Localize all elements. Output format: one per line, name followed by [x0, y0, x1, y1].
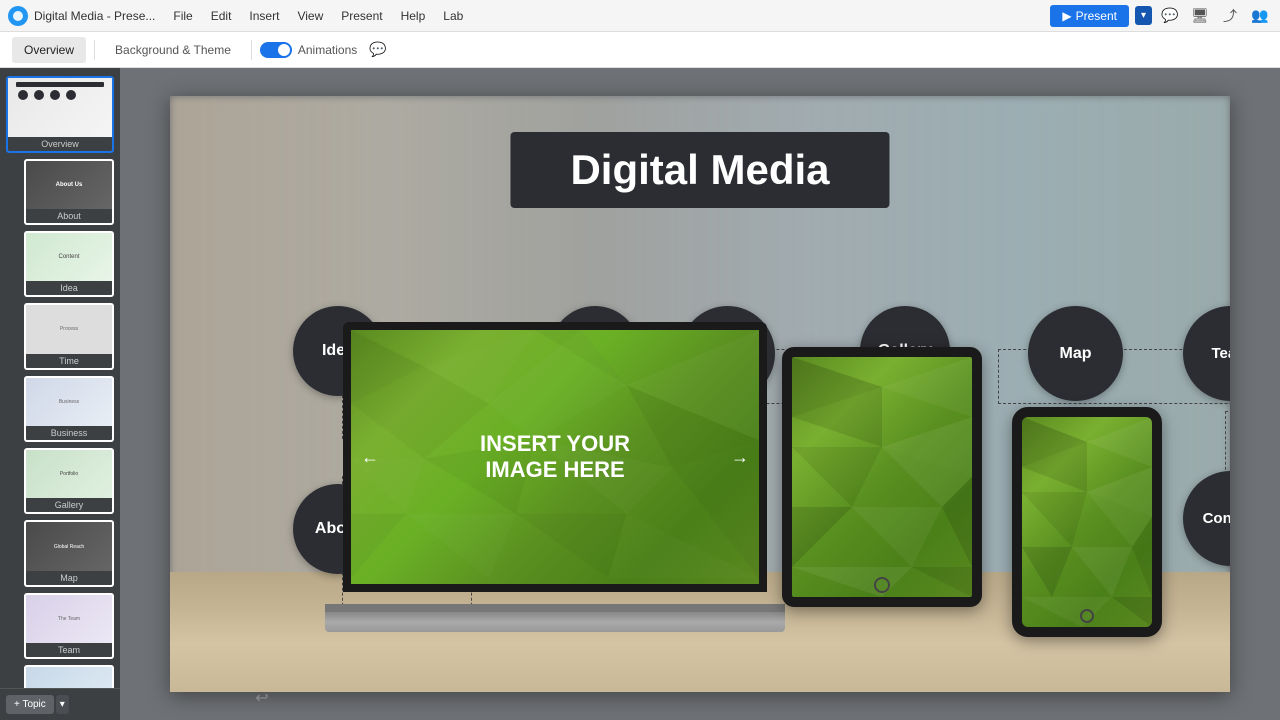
node-contact-label: Contact — [1203, 510, 1230, 527]
toggle-knob — [278, 44, 290, 56]
slide-thumb-business[interactable]: Business Business — [24, 376, 114, 442]
thumb-business-content: Business — [26, 378, 112, 426]
thumb-gallery-content: Portfolio — [26, 450, 112, 498]
share-icon[interactable]: ⤴ — [1218, 4, 1242, 28]
menu-present[interactable]: Present — [333, 5, 390, 27]
menu-lab[interactable]: Lab — [435, 5, 471, 27]
slide-team-label: Team — [26, 643, 112, 657]
undo-button[interactable]: ↩ — [248, 684, 276, 712]
slide-idea-label: Idea — [26, 281, 112, 295]
slide-thumb-map[interactable]: Global Reach Map — [24, 520, 114, 586]
app-logo: Digital Media - Prese... — [8, 6, 155, 26]
present-button[interactable]: ▶ Present — [1050, 5, 1129, 27]
slide-business-label: Business — [26, 426, 112, 440]
toolbar-divider — [94, 40, 95, 60]
insert-arrow-left: ← — [361, 447, 379, 468]
menu-file[interactable]: File — [165, 5, 200, 27]
thumb-idea-content: Content — [26, 233, 112, 281]
tablet-screen — [792, 357, 972, 597]
present-dropdown-button[interactable]: ▾ — [1135, 6, 1152, 25]
slide-map-label: Map — [26, 571, 112, 585]
slide-wrap-3: 3 Process Time — [6, 303, 114, 369]
animations-toggle-area: Animations — [260, 42, 357, 58]
toolbar-divider-2 — [251, 40, 252, 60]
tab-overview[interactable]: Overview — [12, 37, 86, 63]
slide-overview-label: Overview — [8, 137, 112, 151]
insert-image-text: INSERT YOURIMAGE HERE — [480, 431, 630, 484]
thumb-about-content: About Us — [26, 161, 112, 209]
main-layout: Overview 1 About Us About 2 — [0, 68, 1280, 720]
slide-wrap-1: 1 About Us About — [6, 159, 114, 225]
phone-poly-svg — [1022, 417, 1152, 627]
presentation-slide: Digital Media Idea Time Business Gallery — [170, 96, 1230, 692]
slide-thumb-overview[interactable]: Overview — [6, 76, 114, 153]
slide-wrap-6: 6 Global Reach Map — [6, 520, 114, 586]
menu-insert[interactable]: Insert — [241, 5, 287, 27]
insert-arrow-right: → — [731, 447, 749, 468]
tablet-home-button — [874, 577, 890, 593]
menu-edit[interactable]: Edit — [203, 5, 240, 27]
animations-label: Animations — [298, 43, 357, 57]
slide-thumb-idea[interactable]: Content Idea — [24, 231, 114, 297]
slide-wrap-2: 2 Content Idea — [6, 231, 114, 297]
slide-wrap-4: 4 Business Business — [6, 376, 114, 442]
thumb-overview-content — [8, 78, 112, 137]
slide-wrap-7: 7 The Team Team — [6, 593, 114, 659]
comment-icon[interactable]: 💬 — [369, 41, 386, 58]
laptop-screen: ← INSERT YOURIMAGE HERE → — [343, 322, 767, 592]
slide-title-banner[interactable]: Digital Media — [510, 132, 889, 208]
slide-thumb-about[interactable]: About Us About — [24, 159, 114, 225]
monitor-icon[interactable]: 🖥 — [1188, 4, 1212, 28]
slide-gallery-label: Gallery — [26, 498, 112, 512]
thumb-map-content: Global Reach — [26, 522, 112, 570]
menu-right-actions: ▶ Present ▾ 💬 🖥 ⤴ 👥 — [1050, 4, 1272, 28]
menu-help[interactable]: Help — [393, 5, 434, 27]
slide-thumb-time[interactable]: Process Time — [24, 303, 114, 369]
laptop-base — [325, 612, 785, 632]
thumb-team-content: The Team — [26, 595, 112, 643]
toolbar: Overview Background & Theme Animations 💬 — [0, 32, 1280, 68]
tablet-device — [782, 347, 982, 607]
slide-thumb-team[interactable]: The Team Team — [24, 593, 114, 659]
phone-home-button — [1080, 609, 1094, 623]
sidebar: Overview 1 About Us About 2 — [0, 68, 120, 720]
node-team-label: Team — [1211, 345, 1230, 362]
present-play-icon: ▶ — [1062, 9, 1071, 23]
node-map-label: Map — [1060, 345, 1092, 363]
slide-time-label: Time — [26, 354, 112, 368]
app-logo-icon — [8, 6, 28, 26]
slide-about-label: About — [26, 209, 112, 223]
add-topic-button[interactable]: + Topic — [6, 695, 54, 714]
users-icon[interactable]: 👥 — [1248, 4, 1272, 28]
slide-thumb-gallery[interactable]: Portfolio Gallery — [24, 448, 114, 514]
slide-wrap-8: 8 Contact Contact — [6, 665, 114, 688]
phone-screen — [1022, 417, 1152, 627]
node-map[interactable]: Map — [1028, 306, 1123, 401]
chat-icon[interactable]: 💬 — [1158, 4, 1182, 28]
laptop-device: ← INSERT YOURIMAGE HERE → — [325, 322, 785, 632]
thumb-time-content: Process — [26, 305, 112, 353]
thumb-contact-content: Contact — [26, 667, 112, 688]
slide-wrap-5: 5 Portfolio Gallery — [6, 448, 114, 514]
app-title: Digital Media - Prese... — [34, 9, 155, 23]
slide-title: Digital Media — [570, 146, 829, 194]
sidebar-scroll: Overview 1 About Us About 2 — [0, 68, 120, 688]
menu-view[interactable]: View — [289, 5, 331, 27]
tablet-poly-svg — [792, 357, 972, 597]
slide-thumb-contact[interactable]: Contact Contact — [24, 665, 114, 688]
animations-toggle-switch[interactable] — [260, 42, 292, 58]
add-topic-bar: + Topic ▾ — [0, 688, 120, 720]
present-label: Present — [1076, 9, 1117, 23]
phone-device — [1012, 407, 1162, 637]
laptop-hinge — [325, 604, 785, 612]
menu-bar: Digital Media - Prese... File Edit Inser… — [0, 0, 1280, 32]
canvas-area: Digital Media Idea Time Business Gallery — [120, 68, 1280, 720]
add-topic-dropdown[interactable]: ▾ — [56, 695, 69, 714]
laptop-screen-content[interactable]: ← INSERT YOURIMAGE HERE → — [351, 330, 759, 584]
tab-background-theme[interactable]: Background & Theme — [103, 37, 243, 63]
